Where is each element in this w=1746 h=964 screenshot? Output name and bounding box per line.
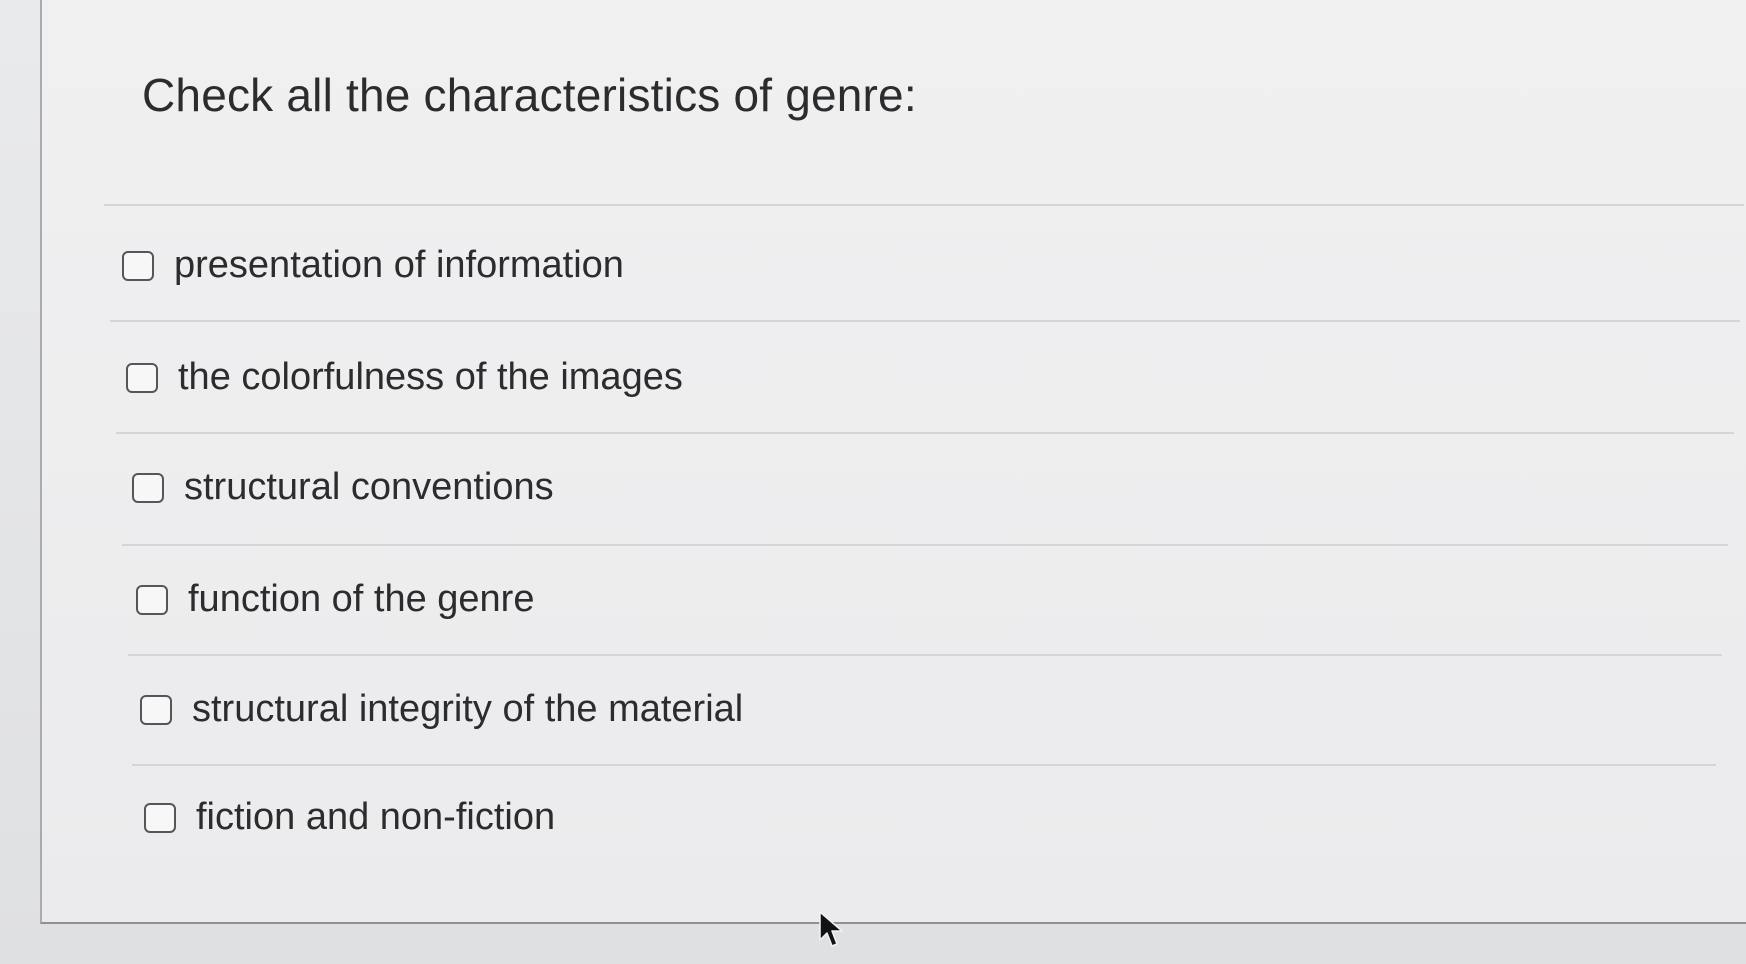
mouse-pointer-icon (819, 911, 843, 947)
option-label: function of the genre (188, 578, 535, 620)
option-presentation-of-information[interactable]: presentation of information (122, 244, 624, 287)
option-fiction-and-non-fiction[interactable]: fiction and non-fiction (144, 796, 555, 839)
option-structural-conventions[interactable]: structural conventions (132, 466, 554, 509)
divider (116, 432, 1734, 434)
option-label: the colorfulness of the images (178, 356, 683, 398)
checkbox-icon[interactable] (140, 694, 172, 725)
option-colorfulness-of-images[interactable]: the colorfulness of the images (126, 356, 683, 399)
option-structural-integrity[interactable]: structural integrity of the material (140, 688, 743, 731)
option-label: structural integrity of the material (192, 688, 744, 730)
checkbox-icon[interactable] (136, 584, 168, 615)
checkbox-icon[interactable] (122, 250, 154, 281)
option-label: fiction and non-fiction (196, 796, 556, 838)
question-title: Check all the characteristics of genre: (142, 69, 917, 121)
option-label: structural conventions (184, 466, 554, 508)
option-label: presentation of information (174, 244, 624, 286)
checkbox-icon[interactable] (126, 362, 158, 393)
screen: Check all the characteristics of genre: … (0, 0, 1746, 964)
question-card: Check all the characteristics of genre: (40, 0, 1746, 924)
divider (122, 544, 1728, 546)
divider (128, 654, 1722, 656)
option-function-of-genre[interactable]: function of the genre (136, 578, 534, 621)
divider-top (104, 204, 1744, 206)
checkbox-icon[interactable] (132, 472, 164, 503)
divider (132, 764, 1716, 766)
checkbox-icon[interactable] (144, 802, 176, 833)
divider (110, 320, 1740, 322)
